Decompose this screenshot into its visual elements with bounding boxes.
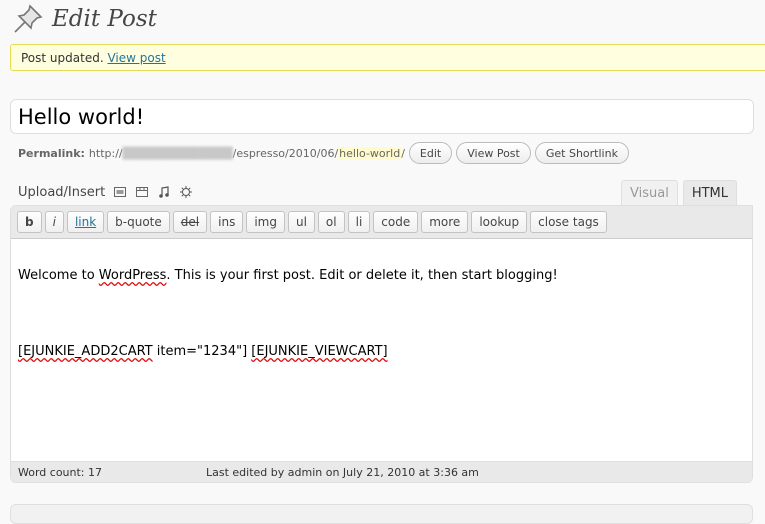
- permalink-suffix: /: [401, 146, 405, 160]
- ordered-list-button[interactable]: ol: [317, 211, 345, 233]
- permalink-slug[interactable]: hello-world: [338, 146, 402, 160]
- add-video-icon[interactable]: [135, 185, 149, 199]
- content-text: item="1234"]: [152, 344, 252, 359]
- misspelled-word: WordPress: [98, 268, 167, 283]
- content-line-2: [EJUNKIE_ADD2CART item="1234"] [EJUNKIE_…: [18, 342, 745, 361]
- post-title-input[interactable]: [10, 99, 754, 134]
- upload-insert-label: Upload/Insert: [18, 184, 106, 200]
- permalink-label: Permalink:: [18, 146, 85, 160]
- permalink-path: /espresso/2010/06/: [232, 146, 339, 160]
- tab-visual[interactable]: Visual: [621, 180, 678, 206]
- next-meta-box: [10, 504, 753, 524]
- post-editor: b i link b-quote del ins img ul ol li co…: [10, 205, 753, 483]
- upload-insert-row: Upload/Insert: [18, 183, 193, 201]
- delete-button[interactable]: del: [172, 211, 208, 233]
- image-button[interactable]: img: [246, 211, 285, 233]
- get-shortlink-button[interactable]: Get Shortlink: [534, 142, 629, 164]
- quicktags-toolbar: b i link b-quote del ins img ul ol li co…: [11, 206, 752, 239]
- pushpin-icon: [14, 4, 43, 33]
- insert-button[interactable]: ins: [210, 211, 244, 233]
- add-media-icon[interactable]: [179, 185, 193, 199]
- post-updated-notice: Post updated. View post: [10, 44, 765, 71]
- last-edited: Last edited by admin on July 21, 2010 at…: [206, 466, 479, 479]
- misspelled-word: [EJUNKIE_VIEWCART]: [251, 344, 388, 359]
- view-post-link[interactable]: View post: [107, 51, 165, 65]
- italic-button[interactable]: i: [44, 211, 64, 233]
- view-post-button[interactable]: View Post: [456, 142, 531, 164]
- content-blank-line: [18, 304, 745, 323]
- bold-button[interactable]: b: [17, 211, 42, 233]
- notice-text: Post updated.: [21, 51, 104, 65]
- add-audio-icon[interactable]: [157, 185, 171, 199]
- edit-permalink-button[interactable]: Edit: [408, 142, 453, 164]
- misspelled-word: [EJUNKIE_ADD2CART: [18, 344, 153, 359]
- word-count: Word count: 17: [18, 466, 103, 479]
- permalink-row: Permalink: http:// █████████████ /espres…: [18, 142, 629, 164]
- code-button[interactable]: code: [373, 211, 419, 233]
- list-item-button[interactable]: li: [347, 211, 371, 233]
- page-header: Edit Post: [12, 2, 157, 36]
- tab-html[interactable]: HTML: [682, 180, 737, 206]
- more-button[interactable]: more: [421, 211, 469, 233]
- page-title: Edit Post: [52, 6, 157, 32]
- permalink-domain-blurred: █████████████: [122, 146, 233, 160]
- close-tags-button[interactable]: close tags: [530, 211, 607, 233]
- blockquote-button[interactable]: b-quote: [107, 211, 170, 233]
- content-text: Welcome to: [18, 268, 99, 283]
- permalink-prefix: http://: [88, 146, 123, 160]
- editor-tabs: Visual HTML: [616, 180, 737, 206]
- content-text: . This is your first post. Edit or delet…: [166, 268, 558, 283]
- lookup-button[interactable]: lookup: [471, 211, 528, 233]
- editor-status-bar: Word count: 17 Last edited by admin on J…: [11, 461, 752, 482]
- add-image-icon[interactable]: [113, 185, 127, 199]
- unordered-list-button[interactable]: ul: [287, 211, 315, 233]
- link-button[interactable]: link: [66, 211, 105, 233]
- content-line-1: Welcome to WordPress. This is your first…: [18, 266, 745, 285]
- post-content-textarea[interactable]: Welcome to WordPress. This is your first…: [11, 239, 752, 461]
